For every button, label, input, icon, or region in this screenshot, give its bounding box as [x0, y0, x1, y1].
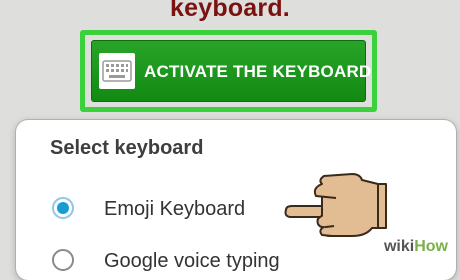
keyboard-icon — [99, 53, 135, 89]
wikihow-watermark: wikiHow — [377, 237, 454, 257]
watermark-suffix: How — [414, 238, 448, 255]
pointing-hand-icon — [284, 173, 387, 237]
activate-keyboard-button[interactable]: ACTIVATE THE KEYBOARD — [91, 40, 371, 102]
google-voice-typing-radio[interactable] — [52, 249, 74, 271]
instruction-heading: keyboard. — [170, 0, 290, 22]
activate-keyboard-label: ACTIVATE THE KEYBOARD — [144, 62, 372, 81]
emoji-keyboard-radio[interactable] — [52, 197, 74, 219]
emoji-keyboard-label[interactable]: Emoji Keyboard — [104, 198, 245, 221]
watermark-prefix: wiki — [383, 238, 415, 255]
dialog-title: Select keyboard — [50, 137, 204, 159]
google-voice-typing-label[interactable]: Google voice typing — [104, 250, 280, 273]
